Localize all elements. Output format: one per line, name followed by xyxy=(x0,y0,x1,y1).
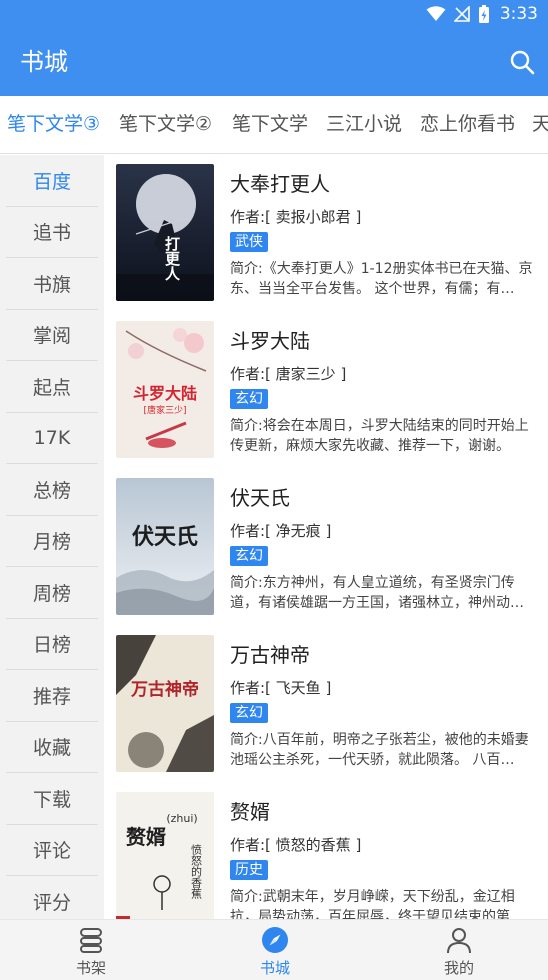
battery-charging-icon xyxy=(478,5,489,23)
book-item[interactable]: 伏天氏 伏天氏 作者:[ 净无痕 ] 玄幻 简介:东方神州，有人皇立道统，有圣贤… xyxy=(104,469,548,626)
tab-source-5[interactable]: 恋上你看书 xyxy=(420,110,515,138)
sidebar-item-shuqi[interactable]: 书旗 xyxy=(6,258,98,310)
book-title[interactable]: 大奉打更人 xyxy=(230,170,330,198)
category-sidebar: 百度 追书 书旗 掌阅 起点 17K 总榜 月榜 周榜 日榜 推荐 收藏 下载 … xyxy=(0,155,104,919)
cover-title-text: 伏天氏 xyxy=(132,524,198,550)
book-intro: 简介:武朝末年，岁月峥嵘，天下纷乱，金辽相抗，局势动荡，百年屈辱，终于望见结束的… xyxy=(230,889,524,919)
book-cover[interactable]: 赘婿 (zhui) 愤怒的香蕉 xyxy=(116,792,214,919)
search-button[interactable] xyxy=(508,48,536,76)
sidebar-item-qidian[interactable]: 起点 xyxy=(6,361,98,413)
book-cover[interactable]: 打更人 xyxy=(116,164,214,301)
nav-label: 我的 xyxy=(443,959,474,977)
cover-author-text: [唐家三少] xyxy=(143,404,186,416)
book-genre-tag: 历史 xyxy=(230,860,268,880)
book-intro: 简介:八百年前，明帝之子张若尘，被他的未婚妻池瑶公主杀死，一代天骄，就此陨落。 … xyxy=(230,732,529,768)
nav-mine[interactable]: 我的 xyxy=(399,920,519,980)
compass-icon xyxy=(262,927,288,953)
book-cover[interactable]: 斗罗大陆 [唐家三少] xyxy=(116,321,214,458)
book-list: 打更人 大奉打更人 作者:[ 卖报小郎君 ] 武侠 简介:《大奉打更人》1-12… xyxy=(104,155,548,919)
tab-source-3[interactable]: 笔下文学 xyxy=(232,110,308,138)
book-genre-tag: 玄幻 xyxy=(230,546,268,566)
book-item[interactable]: 斗罗大陆 [唐家三少] 斗罗大陆 作者:[ 唐家三少 ] 玄幻 简介:将会在本周… xyxy=(104,312,548,469)
book-genre-tag: 玄幻 xyxy=(230,389,268,409)
app-bar: 书城 xyxy=(0,28,548,96)
no-signal-icon xyxy=(453,6,470,22)
sidebar-item-weekly-rank[interactable]: 周榜 xyxy=(6,567,98,619)
tab-source-1[interactable]: 笔下文学③ xyxy=(7,110,100,138)
cover-author-text: 愤怒的香蕉 xyxy=(190,844,203,900)
sidebar-item-downloads[interactable]: 下载 xyxy=(6,773,98,825)
sidebar-item-comments[interactable]: 评论 xyxy=(6,825,98,876)
sidebar-item-17k[interactable]: 17K xyxy=(6,413,98,464)
sidebar-item-favorites[interactable]: 收藏 xyxy=(6,722,98,773)
bookshelf-icon xyxy=(80,928,102,953)
cover-title-text: 赘婿 xyxy=(125,825,166,849)
sidebar-item-monthly-rank[interactable]: 月榜 xyxy=(6,516,98,567)
book-item[interactable]: 打更人 大奉打更人 作者:[ 卖报小郎君 ] 武侠 简介:《大奉打更人》1-12… xyxy=(104,155,548,312)
person-icon xyxy=(447,928,471,954)
nav-bookstore[interactable]: 书城 xyxy=(215,920,335,980)
cover-pinyin-text: (zhui) xyxy=(166,812,197,825)
book-author: 作者:[ 唐家三少 ] xyxy=(230,365,347,383)
book-author: 作者:[ 愤怒的香蕉 ] xyxy=(230,836,362,854)
status-bar: 3:33 xyxy=(0,0,548,28)
wifi-icon xyxy=(426,6,446,21)
tab-source-6[interactable]: 天 xyxy=(532,110,548,138)
book-author: 作者:[ 卖报小郎君 ] xyxy=(230,208,362,226)
search-icon xyxy=(510,50,535,75)
sidebar-item-baidu[interactable]: 百度 xyxy=(6,155,98,207)
sidebar-item-daily-rank[interactable]: 日榜 xyxy=(6,619,98,670)
book-intro: 简介:东方神州，有人皇立道统，有圣贤宗门传道，有诸侯雄踞一方王国，诸强林立，神州… xyxy=(230,575,524,611)
book-item[interactable]: 万古神帝 万古神帝 作者:[ 飞天鱼 ] 玄幻 简介:八百年前，明帝之子张若尘，… xyxy=(104,626,548,783)
book-author: 作者:[ 净无痕 ] xyxy=(230,522,332,540)
book-intro: 简介:将会在本周日，斗罗大陆结束的同时开始上传更新，麻烦大家先收藏、推荐一下，谢… xyxy=(230,418,529,454)
nav-bookshelf[interactable]: 书架 xyxy=(31,920,151,980)
book-item[interactable]: 赘婿 (zhui) 愤怒的香蕉 赘婿 作者:[ 愤怒的香蕉 ] 历史 简介:武朝… xyxy=(104,783,548,919)
status-time: 3:33 xyxy=(499,4,538,24)
sidebar-item-total-rank[interactable]: 总榜 xyxy=(6,464,98,516)
status-icons: 3:33 xyxy=(426,4,538,24)
bottom-nav: 书架 书城 我的 xyxy=(0,919,548,980)
book-title[interactable]: 赘婿 xyxy=(230,798,270,826)
cover-title-text: 万古神帝 xyxy=(130,679,199,700)
cover-title-text: 斗罗大陆 xyxy=(133,384,197,403)
cover-title-text: 打更人 xyxy=(163,235,181,281)
sidebar-item-zhuishu[interactable]: 追书 xyxy=(6,207,98,258)
nav-label: 书架 xyxy=(75,959,106,977)
tab-source-2[interactable]: 笔下文学② xyxy=(119,110,212,138)
sidebar-item-rating[interactable]: 评分 xyxy=(6,876,98,919)
book-genre-tag: 武侠 xyxy=(230,232,268,252)
sidebar-item-recommend[interactable]: 推荐 xyxy=(6,670,98,722)
source-tabs: 笔下文学③ 笔下文学② 笔下文学 三江小说 恋上你看书 天 xyxy=(0,96,548,154)
sidebar-item-zhangyue[interactable]: 掌阅 xyxy=(6,310,98,361)
book-genre-tag: 玄幻 xyxy=(230,703,268,723)
nav-label: 书城 xyxy=(259,959,290,977)
tab-source-4[interactable]: 三江小说 xyxy=(326,110,402,138)
book-intro: 简介:《大奉打更人》1-12册实体书已在天猫、京东、当当全平台发售。 这个世界，… xyxy=(230,261,533,297)
book-author: 作者:[ 飞天鱼 ] xyxy=(230,679,332,697)
book-title[interactable]: 伏天氏 xyxy=(230,484,290,512)
book-title[interactable]: 斗罗大陆 xyxy=(230,327,310,355)
page-title: 书城 xyxy=(20,48,68,76)
book-cover[interactable]: 伏天氏 xyxy=(116,478,214,615)
book-title[interactable]: 万古神帝 xyxy=(230,641,310,669)
book-cover[interactable]: 万古神帝 xyxy=(116,635,214,772)
